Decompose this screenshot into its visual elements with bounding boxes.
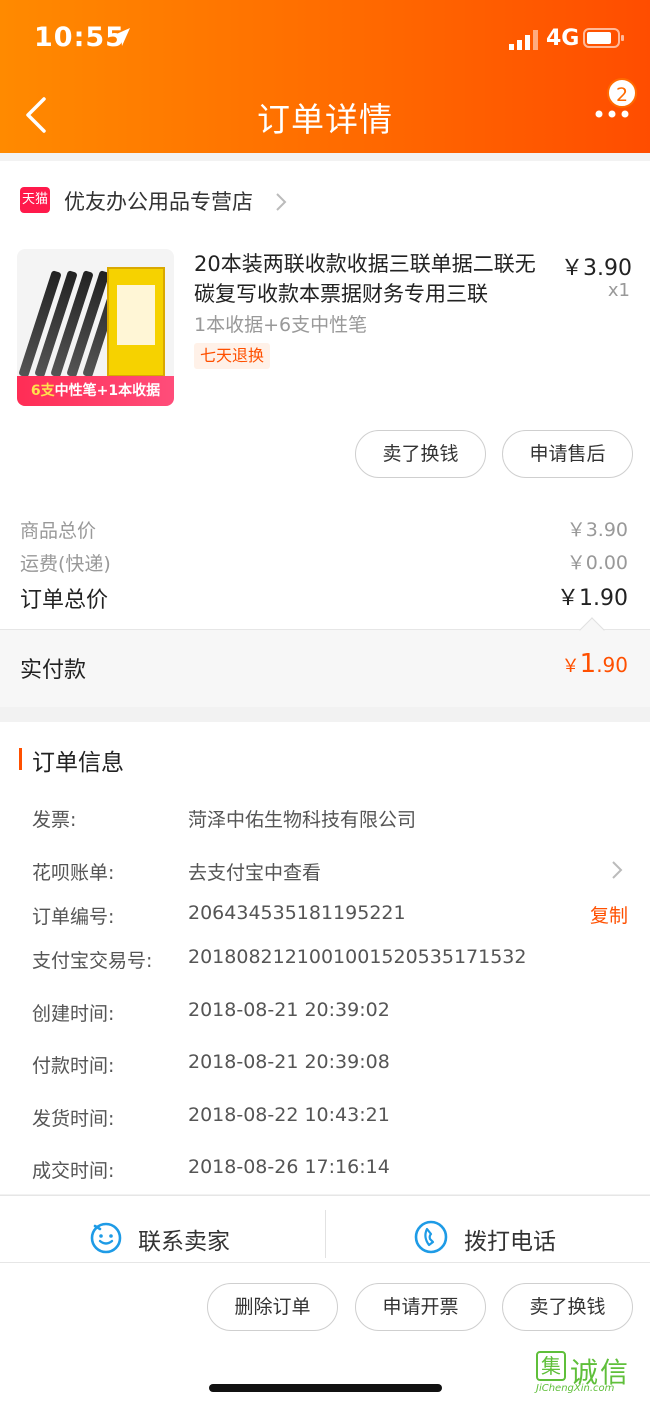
bottom-action-bar: 删除订单 申请开票 卖了换钱 集 诚信 JiChengXin.com [0,1263,650,1407]
chat-bubble-icon [90,1222,122,1254]
order-total-value: ￥1.90 [557,586,628,611]
product-quantity: x1 [607,280,630,301]
shop-name-link[interactable]: 优友办公用品专营店 [64,186,253,216]
product-thumbnail[interactable]: 6支中性笔+1本收据 [17,249,174,406]
contact-bar: 联系卖家 拨打电话 [0,1195,650,1263]
header-bar: 10:55 4G 订单详情 2 [0,0,650,153]
product-sku: 1本收据+6支中性笔 [194,314,368,336]
call-phone-label: 拨打电话 [464,1229,556,1255]
huabei-bill-link[interactable]: 去支付宝中查看 [188,858,321,885]
sell-for-cash-button[interactable]: 卖了换钱 [355,430,486,478]
delete-order-button[interactable]: 删除订单 [207,1283,338,1331]
closed-time-label: 成交时间: [32,1160,115,1182]
after-sales-button[interactable]: 申请售后 [502,430,633,478]
tmall-logo: 天猫 [20,187,50,213]
invoice-value: 菏泽中佑生物科技有限公司 [188,809,417,831]
created-time-value: 2018-08-21 20:39:02 [188,999,390,1021]
shipped-time-value: 2018-08-22 10:43:21 [188,1104,390,1126]
created-time-label: 创建时间: [32,1003,115,1025]
order-number-value: 206434535181195221 [188,902,406,924]
request-invoice-button[interactable]: 申请开票 [355,1283,486,1331]
shipping-value: ￥0.00 [566,552,628,574]
chevron-right-icon[interactable] [274,191,288,213]
copy-order-number-button[interactable]: 复制 [590,901,628,928]
shipped-time-label: 发货时间: [32,1108,115,1130]
battery-icon [583,28,624,48]
divider [325,1210,326,1258]
page-title: 订单详情 [257,100,393,139]
alipay-trade-value: 2018082121001001520535171532 [188,946,527,968]
section-accent-bar [19,748,22,770]
sell-for-cash-bottom-button[interactable]: 卖了换钱 [502,1283,633,1331]
product-price: ￥3.90 [561,256,632,281]
watermark-logo: 集 诚信 JiChengXin.com [536,1351,640,1397]
alipay-trade-label: 支付宝交易号: [32,950,153,972]
invoice-label: 发票: [32,809,77,831]
product-name[interactable]: 20本装两联收款收据三联单据二联无碳复写收款本票据财务专用三联 [194,249,544,309]
goods-total-label: 商品总价 [20,520,97,542]
paid-time-label: 付款时间: [32,1055,115,1077]
message-count-badge[interactable]: 2 [607,78,637,108]
phone-icon [414,1220,448,1254]
actual-payment-label: 实付款 [20,658,87,683]
network-type: 4G [546,26,580,51]
receipt-book-graphic [107,267,165,377]
status-bar: 10:55 4G [0,18,650,62]
huabei-bill-label: 花呗账单: [32,862,115,884]
actual-payment-row: 实付款 ￥1.90 [0,617,650,707]
shipping-label: 运费(快递) [20,553,111,575]
return-policy-tag: 七天退换 [194,343,271,369]
contact-seller-label: 联系卖家 [138,1229,230,1255]
paid-time-value: 2018-08-21 20:39:08 [188,1051,390,1073]
actual-payment-value: ￥1.90 [561,649,628,679]
cellular-signal-icon [509,30,538,50]
home-indicator[interactable] [209,1384,442,1392]
order-item-card: 天猫 优友办公用品专营店 6支中性笔+1本收据 20本装两联收款收据三联单据二联… [0,161,650,707]
location-arrow-icon [112,28,130,46]
product-image-banner: 6支中性笔+1本收据 [17,376,174,406]
section-title: 订单信息 [32,750,124,776]
goods-total-value: ￥3.90 [566,519,628,541]
order-info-section: 订单信息 发票: 菏泽中佑生物科技有限公司 花呗账单: 去支付宝中查看 订单编号… [0,722,650,1194]
closed-time-value: 2018-08-26 17:16:14 [188,1156,390,1178]
chevron-right-icon[interactable] [610,859,624,881]
order-number-label: 订单编号: [32,906,115,928]
order-total-label: 订单总价 [20,588,109,613]
